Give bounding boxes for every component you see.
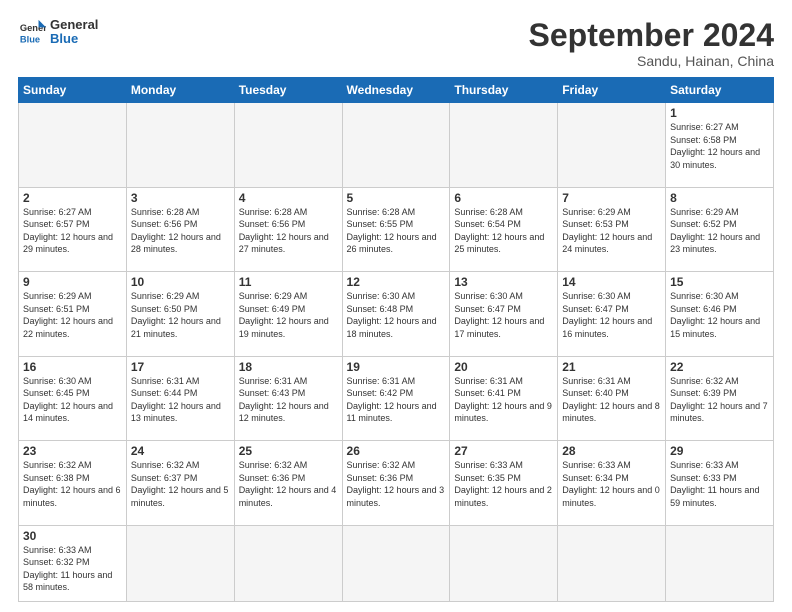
table-row: 1Sunrise: 6:27 AMSunset: 6:58 PMDaylight… bbox=[666, 103, 774, 187]
table-row bbox=[126, 103, 234, 187]
table-row: 21Sunrise: 6:31 AMSunset: 6:40 PMDayligh… bbox=[558, 356, 666, 440]
table-row bbox=[234, 525, 342, 601]
table-row: 22Sunrise: 6:32 AMSunset: 6:39 PMDayligh… bbox=[666, 356, 774, 440]
table-row: 28Sunrise: 6:33 AMSunset: 6:34 PMDayligh… bbox=[558, 441, 666, 525]
table-row bbox=[558, 525, 666, 601]
logo-line1: General bbox=[50, 18, 98, 32]
table-row: 25Sunrise: 6:32 AMSunset: 6:36 PMDayligh… bbox=[234, 441, 342, 525]
table-row bbox=[558, 103, 666, 187]
header-saturday: Saturday bbox=[666, 78, 774, 103]
table-row: 6Sunrise: 6:28 AMSunset: 6:54 PMDaylight… bbox=[450, 187, 558, 271]
table-row: 8Sunrise: 6:29 AMSunset: 6:52 PMDaylight… bbox=[666, 187, 774, 271]
weekday-header-row: Sunday Monday Tuesday Wednesday Thursday… bbox=[19, 78, 774, 103]
table-row: 23Sunrise: 6:32 AMSunset: 6:38 PMDayligh… bbox=[19, 441, 127, 525]
table-row: 5Sunrise: 6:28 AMSunset: 6:55 PMDaylight… bbox=[342, 187, 450, 271]
calendar-table: Sunday Monday Tuesday Wednesday Thursday… bbox=[18, 77, 774, 602]
table-row bbox=[450, 525, 558, 601]
table-row: 15Sunrise: 6:30 AMSunset: 6:46 PMDayligh… bbox=[666, 272, 774, 356]
table-row: 3Sunrise: 6:28 AMSunset: 6:56 PMDaylight… bbox=[126, 187, 234, 271]
table-row: 9Sunrise: 6:29 AMSunset: 6:51 PMDaylight… bbox=[19, 272, 127, 356]
table-row: 18Sunrise: 6:31 AMSunset: 6:43 PMDayligh… bbox=[234, 356, 342, 440]
table-row: 17Sunrise: 6:31 AMSunset: 6:44 PMDayligh… bbox=[126, 356, 234, 440]
page: General Blue General Blue September 2024… bbox=[0, 0, 792, 612]
location: Sandu, Hainan, China bbox=[529, 53, 774, 69]
table-row: 30Sunrise: 6:33 AMSunset: 6:32 PMDayligh… bbox=[19, 525, 127, 601]
header-sunday: Sunday bbox=[19, 78, 127, 103]
table-row: 19Sunrise: 6:31 AMSunset: 6:42 PMDayligh… bbox=[342, 356, 450, 440]
table-row: 12Sunrise: 6:30 AMSunset: 6:48 PMDayligh… bbox=[342, 272, 450, 356]
table-row: 14Sunrise: 6:30 AMSunset: 6:47 PMDayligh… bbox=[558, 272, 666, 356]
title-block: September 2024 Sandu, Hainan, China bbox=[529, 18, 774, 69]
table-row: 27Sunrise: 6:33 AMSunset: 6:35 PMDayligh… bbox=[450, 441, 558, 525]
table-row bbox=[234, 103, 342, 187]
table-row bbox=[342, 525, 450, 601]
table-row bbox=[342, 103, 450, 187]
svg-text:Blue: Blue bbox=[20, 35, 40, 45]
table-row: 4Sunrise: 6:28 AMSunset: 6:56 PMDaylight… bbox=[234, 187, 342, 271]
table-row bbox=[666, 525, 774, 601]
table-row: 2Sunrise: 6:27 AMSunset: 6:57 PMDaylight… bbox=[19, 187, 127, 271]
table-row bbox=[126, 525, 234, 601]
table-row bbox=[19, 103, 127, 187]
logo-line2: Blue bbox=[50, 32, 98, 46]
table-row: 26Sunrise: 6:32 AMSunset: 6:36 PMDayligh… bbox=[342, 441, 450, 525]
table-row: 24Sunrise: 6:32 AMSunset: 6:37 PMDayligh… bbox=[126, 441, 234, 525]
table-row: 16Sunrise: 6:30 AMSunset: 6:45 PMDayligh… bbox=[19, 356, 127, 440]
table-row: 7Sunrise: 6:29 AMSunset: 6:53 PMDaylight… bbox=[558, 187, 666, 271]
header-wednesday: Wednesday bbox=[342, 78, 450, 103]
month-title: September 2024 bbox=[529, 18, 774, 53]
table-row: 10Sunrise: 6:29 AMSunset: 6:50 PMDayligh… bbox=[126, 272, 234, 356]
header-friday: Friday bbox=[558, 78, 666, 103]
table-row: 29Sunrise: 6:33 AMSunset: 6:33 PMDayligh… bbox=[666, 441, 774, 525]
header-thursday: Thursday bbox=[450, 78, 558, 103]
table-row bbox=[450, 103, 558, 187]
header: General Blue General Blue September 2024… bbox=[18, 18, 774, 69]
header-tuesday: Tuesday bbox=[234, 78, 342, 103]
header-monday: Monday bbox=[126, 78, 234, 103]
table-row: 11Sunrise: 6:29 AMSunset: 6:49 PMDayligh… bbox=[234, 272, 342, 356]
table-row: 13Sunrise: 6:30 AMSunset: 6:47 PMDayligh… bbox=[450, 272, 558, 356]
table-row: 20Sunrise: 6:31 AMSunset: 6:41 PMDayligh… bbox=[450, 356, 558, 440]
logo: General Blue General Blue bbox=[18, 18, 98, 47]
